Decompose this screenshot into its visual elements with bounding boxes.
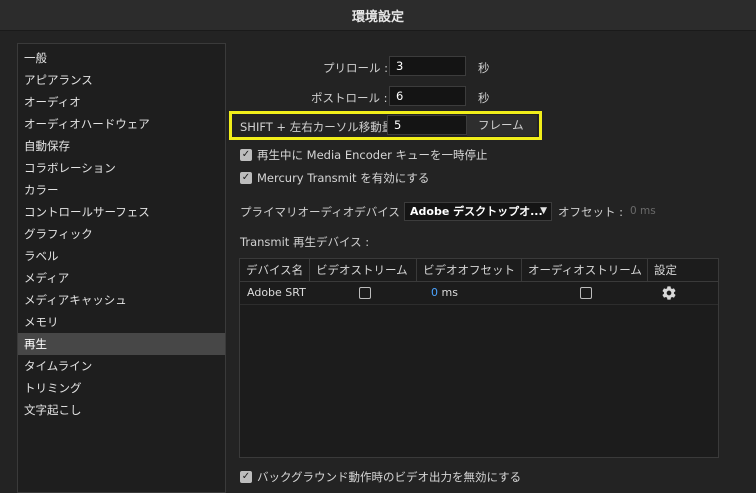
sidebar-item-memory[interactable]: メモリ [18, 311, 225, 333]
disable-background-video-label: バックグラウンド動作時のビデオ出力を無効にする [257, 470, 522, 484]
sidebar-item-graphics[interactable]: グラフィック [18, 223, 225, 245]
sidebar-item-trimming[interactable]: トリミング [18, 377, 225, 399]
preroll-input[interactable]: 3 [389, 56, 466, 76]
shift-move-input[interactable]: 5 [387, 115, 467, 135]
video-stream-checkbox[interactable] [359, 287, 371, 309]
transmit-devices-table: デバイス名 ビデオストリーム ビデオオフセット オーディオストリーム 設定 Ad… [239, 258, 719, 458]
checkmark-icon[interactable]: ✓ [240, 149, 252, 161]
column-device-name[interactable]: デバイス名 [240, 259, 310, 281]
gear-icon[interactable] [661, 285, 677, 301]
offset-value: 0 ms [630, 205, 656, 217]
shift-move-label: SHIFT + 左右カーソル移動量 : [240, 120, 401, 134]
chevron-down-icon: ▼ [540, 206, 547, 216]
preferences-sidebar: 一般 アピアランス オーディオ オーディオハードウェア 自動保存 コラボレーショ… [17, 43, 226, 493]
audio-device-selected: Adobe デスクトップオ... [410, 205, 543, 218]
mercury-transmit-option[interactable]: ✓ Mercury Transmit を有効にする [240, 170, 429, 186]
video-offset-cell[interactable]: 0 ms [431, 282, 458, 304]
postroll-unit: 秒 [478, 91, 490, 105]
sidebar-item-transcription[interactable]: 文字起こし [18, 399, 225, 421]
window-title-bar: 環境設定 [0, 0, 756, 31]
pause-media-encoder-label: 再生中に Media Encoder キューを一時停止 [257, 148, 488, 162]
disable-background-video-option[interactable]: ✓ バックグラウンド動作時のビデオ出力を無効にする [240, 469, 521, 485]
postroll-input[interactable]: 6 [389, 86, 466, 106]
transmit-devices-label: Transmit 再生デバイス : [240, 235, 370, 249]
sidebar-item-general[interactable]: 一般 [18, 47, 225, 69]
sidebar-item-media-cache[interactable]: メディアキャッシュ [18, 289, 225, 311]
sidebar-item-collaboration[interactable]: コラボレーション [18, 157, 225, 179]
sidebar-item-audio[interactable]: オーディオ [18, 91, 225, 113]
sidebar-item-audio-hardware[interactable]: オーディオハードウェア [18, 113, 225, 135]
shift-move-unit: フレーム [467, 115, 537, 136]
pause-media-encoder-option[interactable]: ✓ 再生中に Media Encoder キューを一時停止 [240, 147, 488, 163]
sidebar-item-playback[interactable]: 再生 [18, 333, 225, 355]
preroll-label: プリロール : [323, 61, 389, 75]
sidebar-item-media[interactable]: メディア [18, 267, 225, 289]
preroll-unit: 秒 [478, 61, 490, 75]
checkmark-icon[interactable]: ✓ [240, 172, 252, 184]
column-settings[interactable]: 設定 [648, 259, 718, 281]
sidebar-item-appearance[interactable]: アピアランス [18, 69, 225, 91]
column-video-offset[interactable]: ビデオオフセット [417, 259, 522, 281]
mercury-transmit-label: Mercury Transmit を有効にする [257, 171, 430, 185]
sidebar-item-auto-save[interactable]: 自動保存 [18, 135, 225, 157]
postroll-label: ポストロール : [311, 91, 388, 105]
table-header: デバイス名 ビデオストリーム ビデオオフセット オーディオストリーム 設定 [240, 259, 718, 282]
table-row[interactable]: Adobe SRT 0 ms [240, 282, 718, 305]
sidebar-item-control-surface[interactable]: コントロールサーフェス [18, 201, 225, 223]
audio-device-label: プライマリオーディオデバイス : [240, 205, 408, 219]
window-title: 環境設定 [351, 9, 404, 25]
checkmark-icon[interactable]: ✓ [240, 471, 252, 483]
column-audio-stream[interactable]: オーディオストリーム [522, 259, 648, 281]
audio-device-dropdown[interactable]: Adobe デスクトップオ... ▼ [404, 202, 552, 221]
audio-stream-checkbox[interactable] [580, 287, 592, 309]
video-offset-value: 0 [431, 286, 438, 299]
column-video-stream[interactable]: ビデオストリーム [310, 259, 417, 281]
video-offset-unit: ms [441, 286, 458, 299]
sidebar-item-color[interactable]: カラー [18, 179, 225, 201]
sidebar-item-labels[interactable]: ラベル [18, 245, 225, 267]
offset-label: オフセット : [558, 205, 624, 219]
device-name-cell: Adobe SRT [247, 286, 306, 299]
sidebar-item-timeline[interactable]: タイムライン [18, 355, 225, 377]
